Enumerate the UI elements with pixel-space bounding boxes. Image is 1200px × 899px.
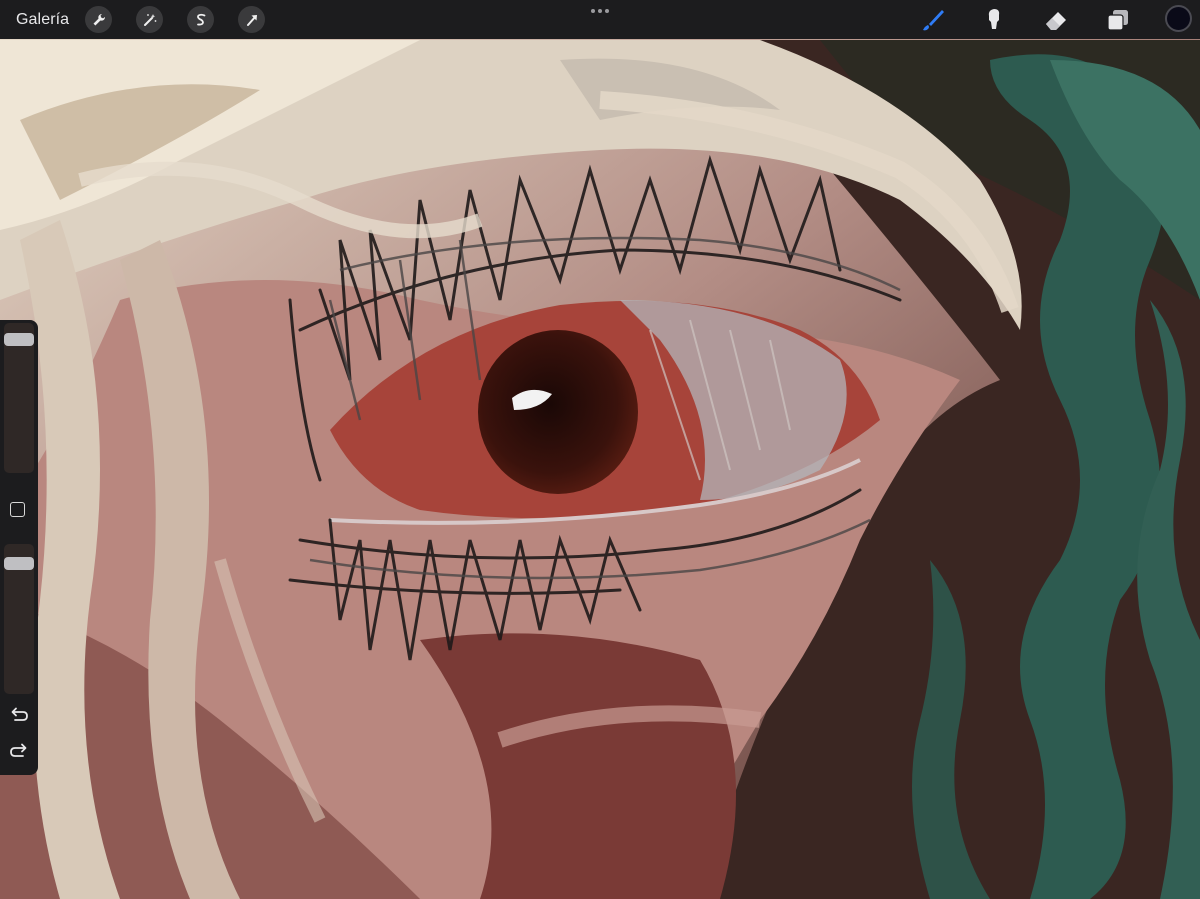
brush-size-thumb[interactable] [4, 332, 34, 346]
magic-wand-icon [143, 13, 156, 26]
arrow-cursor-icon [246, 14, 257, 26]
adjustments-button[interactable] [136, 6, 163, 33]
left-sidebar [0, 320, 38, 775]
color-picker-button[interactable] [1165, 5, 1192, 32]
redo-icon[interactable] [8, 742, 30, 762]
eraser-icon[interactable] [1042, 6, 1070, 34]
brush-size-slider[interactable] [4, 323, 34, 473]
selection-button[interactable] [187, 6, 214, 33]
brush-icon[interactable] [919, 6, 947, 34]
smudge-icon[interactable] [980, 6, 1008, 34]
wrench-icon [93, 13, 105, 25]
top-toolbar: Galería [0, 0, 1200, 39]
gallery-button[interactable]: Galería [16, 10, 69, 29]
undo-icon[interactable] [8, 706, 30, 726]
opacity-slider[interactable] [4, 544, 34, 694]
actions-button[interactable] [85, 6, 112, 33]
opacity-thumb[interactable] [4, 557, 34, 571]
transform-button[interactable] [238, 6, 265, 33]
more-options-icon[interactable] [589, 6, 611, 16]
square-modifier-icon[interactable] [10, 502, 25, 517]
layers-icon[interactable] [1104, 6, 1132, 34]
artwork-canvas[interactable] [0, 0, 1200, 899]
selection-s-icon [196, 13, 205, 25]
